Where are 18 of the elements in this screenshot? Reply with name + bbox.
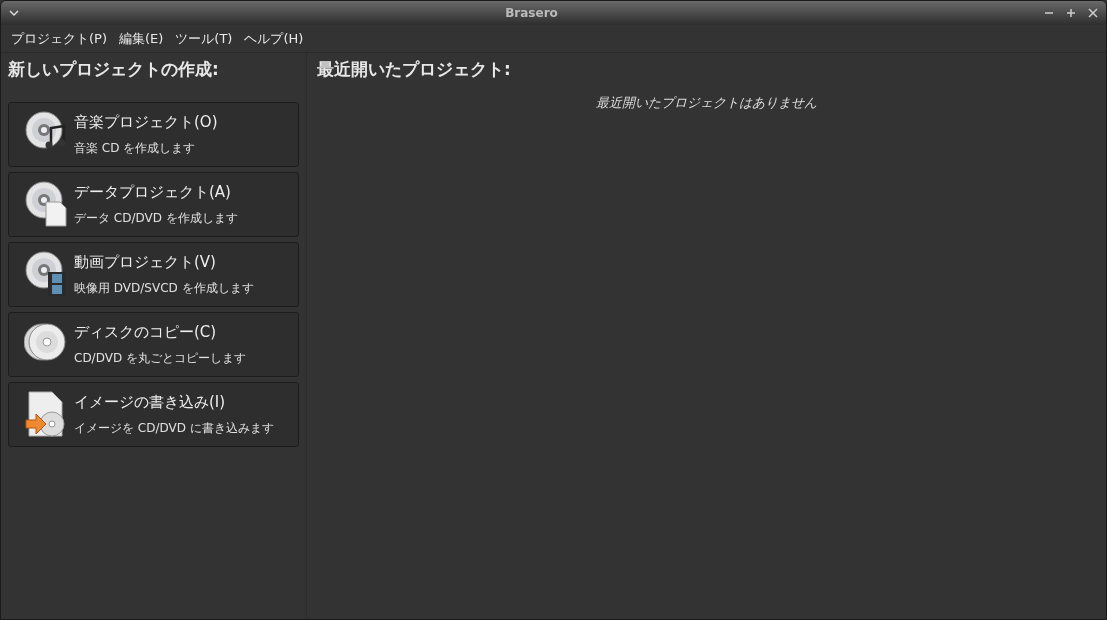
window-menu-icon[interactable]	[9, 9, 19, 17]
project-button[interactable]: イメージの書き込み(I) イメージを CD/DVD に書き込みます	[8, 381, 299, 447]
section-heading: 新しいプロジェクトの作成:	[8, 58, 220, 81]
section-heading: 最近開いたプロジェクト:	[317, 58, 512, 81]
menu-item[interactable]: ヘルプ(H)	[238, 26, 310, 51]
document-disc-icon	[24, 180, 68, 228]
close-icon[interactable]	[1088, 8, 1098, 18]
project-button[interactable]: 音楽プロジェクト(O) 音楽 CD を作成します	[8, 101, 299, 167]
window-title: Brasero	[504, 5, 559, 22]
project-button[interactable]: 動画プロジェクト(V) 映像用 DVD/SVCD を作成します	[8, 241, 299, 307]
menu-item[interactable]: 編集(E)	[113, 26, 170, 51]
project-button[interactable]: ディスクのコピー(C) CD/DVD を丸ごとコピーします	[8, 311, 299, 377]
empty-message: 最近開いたプロジェクトはありません	[595, 93, 818, 112]
project-button[interactable]: データプロジェクト(A) データ CD/DVD を作成します	[8, 171, 299, 237]
maximize-icon[interactable]	[1066, 8, 1076, 18]
image-file-disc-icon	[24, 390, 68, 438]
menu-item[interactable]: ツール(T)	[169, 26, 239, 51]
menu-item[interactable]: プロジェクト(P)	[5, 26, 113, 51]
